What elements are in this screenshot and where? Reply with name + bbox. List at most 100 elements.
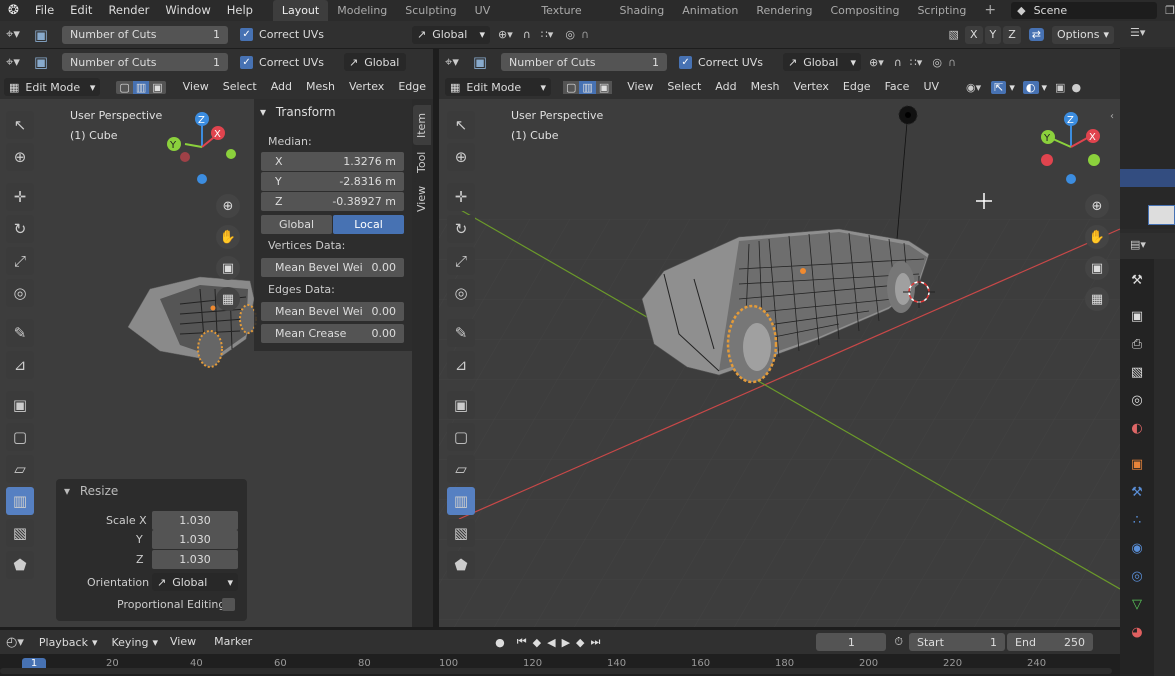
constraints-icon[interactable]: ◎ bbox=[1128, 567, 1146, 585]
timeline-ruler[interactable]: 1 20 40 60 80 100 120 140 160 180 200 22… bbox=[0, 654, 1120, 676]
grid-perspective-icon[interactable]: ▦ bbox=[1085, 287, 1109, 311]
modifier-icon[interactable]: ⚒ bbox=[1128, 483, 1146, 501]
tab-uv-editing[interactable]: UV Editing bbox=[466, 0, 533, 38]
menu-select[interactable]: Select bbox=[216, 76, 264, 98]
menu-render[interactable]: Render bbox=[100, 0, 157, 21]
transform-orientation-dropdown[interactable]: ↗ Global bbox=[344, 53, 406, 71]
scale-icon[interactable]: ⤢ bbox=[447, 247, 475, 275]
mean-crease-field[interactable]: Mean Crease 0.00 bbox=[261, 324, 404, 343]
stopwatch-icon[interactable]: ⏱ bbox=[894, 635, 903, 649]
add-workspace-button[interactable]: + bbox=[975, 0, 1005, 21]
editor-type-icon[interactable]: ⌖▾ bbox=[445, 55, 459, 70]
chevron-down-icon[interactable]: ▾ bbox=[1009, 81, 1015, 94]
menu-view[interactable]: View bbox=[620, 76, 660, 98]
properties-editor-icon[interactable]: ▤▾ bbox=[1130, 238, 1146, 251]
zoom-icon[interactable]: ⊕ bbox=[216, 194, 240, 218]
snap-icon[interactable]: ∩ bbox=[523, 28, 531, 41]
menu-view[interactable]: View bbox=[176, 76, 216, 98]
proportional-editing-checkbox[interactable] bbox=[222, 598, 235, 611]
tab-tool[interactable]: Tool bbox=[413, 145, 431, 179]
correct-uvs-checkbox[interactable]: ✓ bbox=[240, 55, 254, 69]
snap-target-icon[interactable]: ∷▾ bbox=[541, 28, 554, 41]
pivot-point-icon[interactable]: ⊕▾ bbox=[869, 56, 884, 69]
menu-add[interactable]: Add bbox=[708, 76, 743, 98]
tab-scripting[interactable]: Scripting bbox=[908, 0, 975, 21]
menu-help[interactable]: Help bbox=[219, 0, 261, 21]
move-icon[interactable]: ✛ bbox=[6, 183, 34, 211]
correct-uvs-checkbox[interactable]: ✓ bbox=[240, 28, 254, 41]
falloff-icon[interactable]: ∩ bbox=[948, 56, 956, 69]
material-icon[interactable]: ◕ bbox=[1128, 623, 1146, 641]
next-keyframe-icon[interactable]: ◆ bbox=[576, 636, 584, 649]
resize-orientation-dropdown[interactable]: ↗ Global ▾ bbox=[152, 573, 238, 591]
chevron-down-icon[interactable]: ▾ bbox=[1042, 81, 1048, 94]
menu-vertex[interactable]: Vertex bbox=[342, 76, 391, 98]
number-of-cuts-field[interactable]: Number of Cuts 1 bbox=[501, 53, 668, 71]
scene-selector[interactable]: ◆ Scene bbox=[1011, 2, 1158, 19]
rotate-icon[interactable]: ↻ bbox=[6, 215, 34, 243]
tab-item[interactable]: Item bbox=[413, 105, 431, 145]
proportional-edit-icon[interactable]: ◎ bbox=[932, 56, 942, 69]
correct-uvs-checkbox[interactable]: ✓ bbox=[679, 55, 693, 69]
particles-icon[interactable]: ∴ bbox=[1128, 511, 1146, 529]
loop-cut-icon[interactable]: ▥ bbox=[447, 487, 475, 515]
play-icon[interactable]: ▶ bbox=[562, 636, 570, 649]
measure-icon[interactable]: ⊿ bbox=[447, 351, 475, 379]
tab-texture-paint[interactable]: Texture Paint bbox=[532, 0, 610, 38]
outliner-area[interactable] bbox=[1120, 49, 1175, 229]
tab-shading[interactable]: Shading bbox=[611, 0, 674, 21]
vertex-bevel-weight-field[interactable]: Mean Bevel Wei 0.00 bbox=[261, 258, 404, 277]
scale-z-field[interactable]: 1.030 bbox=[152, 550, 238, 569]
editor-type-icon[interactable]: ⌖▾ bbox=[6, 55, 20, 70]
resize-panel-header[interactable]: ▾ Resize bbox=[64, 484, 118, 498]
tab-layout[interactable]: Layout bbox=[272, 0, 329, 21]
playback-menu[interactable]: Playback ▾ bbox=[34, 633, 103, 651]
inset-icon[interactable]: ▢ bbox=[447, 423, 475, 451]
pan-hand-icon[interactable]: ✋ bbox=[216, 225, 240, 249]
gizmo-icon[interactable]: ⇱ bbox=[991, 80, 1007, 94]
zoom-icon[interactable]: ⊕ bbox=[1085, 194, 1109, 218]
new-scene-icon[interactable]: ❐ bbox=[1165, 4, 1175, 17]
world-icon[interactable]: ◐ bbox=[1128, 419, 1146, 437]
timeline-view-menu[interactable]: View bbox=[163, 631, 203, 653]
editor-type-icon[interactable]: ⌖▾ bbox=[6, 27, 20, 42]
median-z-field[interactable]: Z -0.38927 m bbox=[261, 192, 404, 211]
inset-icon[interactable]: ▢ bbox=[6, 423, 34, 451]
menu-mesh[interactable]: Mesh bbox=[744, 76, 787, 98]
left-3d-viewport[interactable]: Z Y X User Perspective (1) Cube ⊕ ✋ ▣ ▦ … bbox=[0, 99, 433, 627]
transform-orientation-dropdown[interactable]: ↗ Global ▾ bbox=[783, 53, 861, 71]
outliner-selected-row[interactable] bbox=[1120, 169, 1175, 187]
edge-bevel-weight-field[interactable]: Mean Bevel Wei 0.00 bbox=[261, 302, 404, 321]
mode-dropdown[interactable]: ▦ Edit Mode ▾ bbox=[445, 78, 551, 96]
bevel-icon[interactable]: ▱ bbox=[447, 455, 475, 483]
rotate-icon[interactable]: ↻ bbox=[447, 215, 475, 243]
face-select-icon[interactable]: ▣ bbox=[149, 80, 166, 94]
face-select-icon[interactable]: ▣ bbox=[595, 80, 613, 94]
end-frame-field[interactable]: End 250 bbox=[1007, 633, 1094, 651]
snap-icon[interactable]: ∩ bbox=[894, 56, 902, 69]
timeline-marker-menu[interactable]: Marker bbox=[207, 631, 259, 653]
local-toggle[interactable]: Local bbox=[333, 215, 404, 234]
proportional-edit-icon[interactable]: ◎ bbox=[565, 28, 575, 41]
shading-solid-icon[interactable]: ● bbox=[1071, 81, 1081, 94]
axis-z-toggle[interactable]: Z bbox=[1003, 25, 1021, 44]
menu-edge[interactable]: Edge bbox=[836, 76, 878, 98]
menu-add[interactable]: Add bbox=[264, 76, 299, 98]
output-icon[interactable]: ⎙ bbox=[1128, 335, 1146, 353]
pan-hand-icon[interactable]: ✋ bbox=[1085, 225, 1109, 249]
grid-perspective-icon[interactable]: ▦ bbox=[216, 287, 240, 311]
editor-type-icon[interactable]: ◴▾ bbox=[6, 635, 24, 650]
axis-y-toggle[interactable]: Y bbox=[984, 25, 1002, 44]
current-frame-field[interactable]: 1 bbox=[816, 633, 887, 651]
tab-modeling[interactable]: Modeling bbox=[328, 0, 396, 21]
prev-keyframe-icon[interactable]: ◆ bbox=[533, 636, 541, 649]
menu-window[interactable]: Window bbox=[157, 0, 218, 21]
camera-icon[interactable]: ▣ bbox=[1085, 256, 1109, 280]
tab-sculpting[interactable]: Sculpting bbox=[396, 0, 465, 21]
menu-vertex[interactable]: Vertex bbox=[787, 76, 836, 98]
knife-icon[interactable]: ▧ bbox=[6, 519, 34, 547]
transform-icon[interactable]: ◎ bbox=[6, 279, 34, 307]
number-of-cuts-field[interactable]: Number of Cuts 1 bbox=[62, 53, 229, 71]
mirror-icon[interactable]: ▧ bbox=[949, 28, 959, 41]
outliner-rename-field[interactable] bbox=[1148, 205, 1175, 225]
